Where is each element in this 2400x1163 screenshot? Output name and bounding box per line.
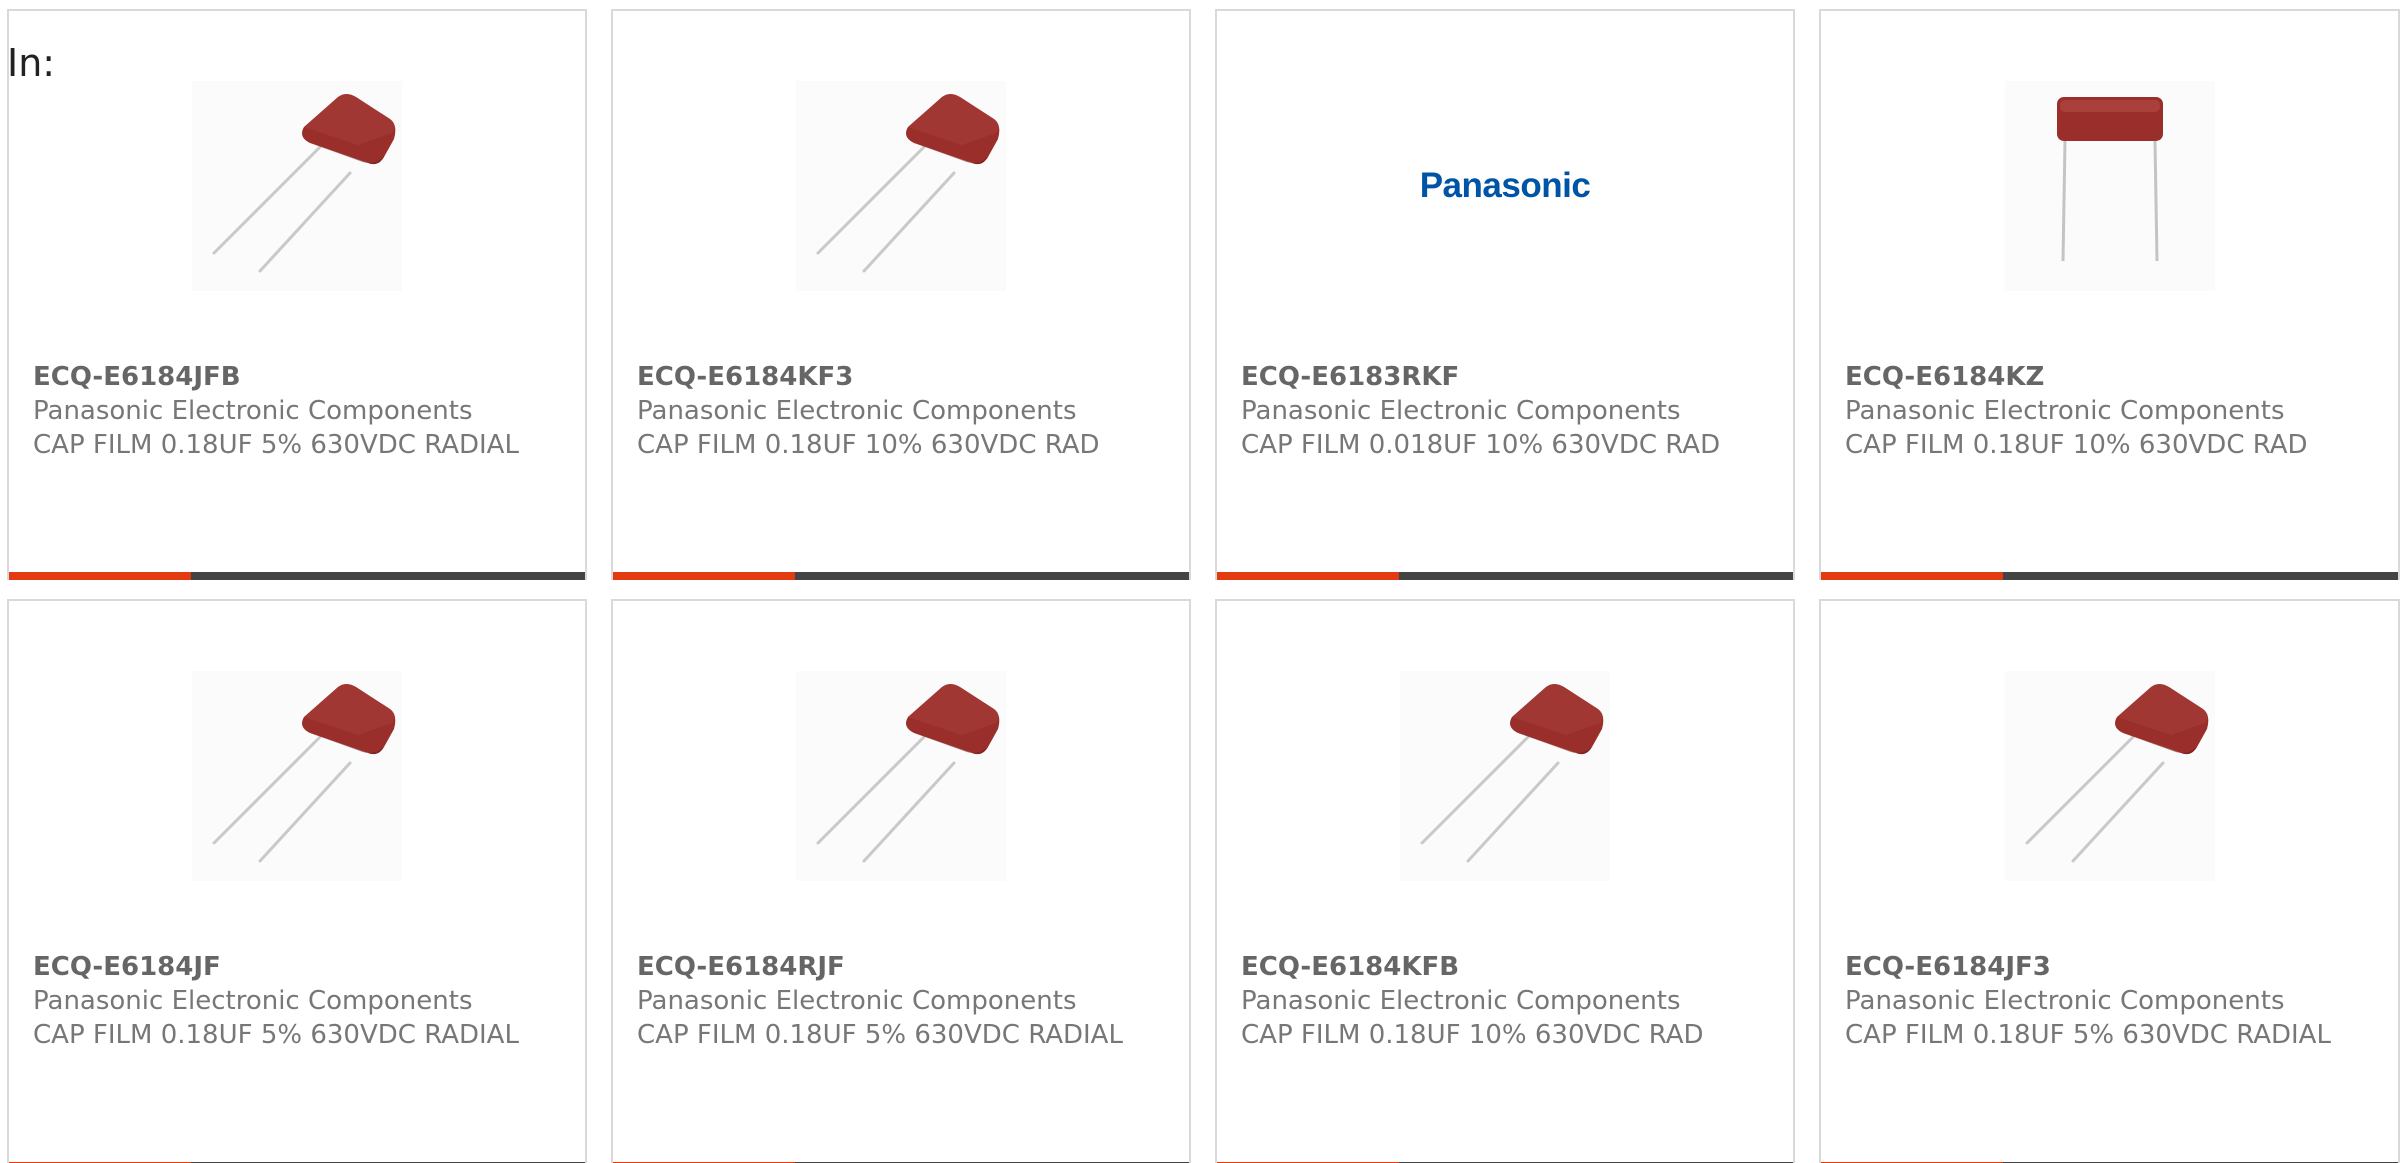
product-description: CAP FILM 0.18UF 5% 630VDC RADIAL (33, 430, 519, 460)
card-footer-bar (9, 572, 585, 580)
in-label: In: (7, 41, 56, 85)
manufacturer-name: Panasonic Electronic Components (33, 986, 473, 1016)
panasonic-logo-image[interactable]: Panasonic (1400, 81, 1610, 291)
part-number-link[interactable]: ECQ-E6184KZ (1845, 360, 2365, 394)
manufacturer-name: Panasonic Electronic Components (1845, 986, 2285, 1016)
manufacturer-name: Panasonic Electronic Components (1845, 396, 2285, 426)
product-card[interactable]: ECQ-E6184KF3 Panasonic Electronic Compon… (611, 9, 1191, 580)
manufacturer-name: Panasonic Electronic Components (637, 396, 1077, 426)
product-card[interactable]: ECQ-E6184JF3 Panasonic Electronic Compon… (1819, 599, 2400, 1163)
product-card[interactable]: ECQ-E6184KFB Panasonic Electronic Compon… (1215, 599, 1795, 1163)
manufacturer-name: Panasonic Electronic Components (33, 396, 473, 426)
product-card[interactable]: ECQ-E6184RJF Panasonic Electronic Compon… (611, 599, 1191, 1163)
product-description: CAP FILM 0.18UF 5% 630VDC RADIAL (1845, 1020, 2331, 1050)
card-footer-bar (613, 572, 1189, 580)
capacitor-angled-icon[interactable] (796, 671, 1006, 881)
product-card[interactable]: ECQ-E6184KZ Panasonic Electronic Compone… (1819, 9, 2400, 580)
part-number-link[interactable]: ECQ-E6184RJF (637, 950, 1157, 984)
card-footer-accent (1821, 572, 2003, 580)
part-number-link[interactable]: ECQ-E6183RKF (1241, 360, 1761, 394)
card-footer-accent (1217, 572, 1399, 580)
part-number-link[interactable]: ECQ-E6184JF3 (1845, 950, 2365, 984)
part-number-link[interactable]: ECQ-E6184JFB (33, 360, 553, 394)
capacitor-angled-icon[interactable] (1400, 671, 1610, 881)
manufacturer-name: Panasonic Electronic Components (637, 986, 1077, 1016)
manufacturer-name: Panasonic Electronic Components (1241, 396, 1681, 426)
product-card[interactable]: ECQ-E6184JF Panasonic Electronic Compone… (7, 599, 587, 1163)
card-footer-bar (1821, 572, 2398, 580)
capacitor-front-icon[interactable] (2004, 81, 2215, 291)
product-description: CAP FILM 0.018UF 10% 630VDC RAD (1241, 430, 1721, 460)
product-grid-page: In: ECQ-E6184JFB Panasonic Electronic Co… (0, 0, 2400, 1163)
capacitor-angled-icon[interactable] (2004, 671, 2215, 881)
part-number-link[interactable]: ECQ-E6184JF (33, 950, 553, 984)
card-footer-bar (1217, 572, 1793, 580)
capacitor-angled-icon[interactable] (192, 671, 402, 881)
product-description: CAP FILM 0.18UF 5% 630VDC RADIAL (33, 1020, 519, 1050)
product-description: CAP FILM 0.18UF 10% 630VDC RAD (1241, 1020, 1704, 1050)
capacitor-angled-icon[interactable] (796, 81, 1006, 291)
product-card[interactable]: Panasonic ECQ-E6183RKF Panasonic Electro… (1215, 9, 1795, 580)
part-number-link[interactable]: ECQ-E6184KFB (1241, 950, 1761, 984)
card-footer-accent (9, 572, 191, 580)
part-number-link[interactable]: ECQ-E6184KF3 (637, 360, 1157, 394)
capacitor-angled-icon[interactable] (192, 81, 402, 291)
card-footer-accent (613, 572, 795, 580)
manufacturer-name: Panasonic Electronic Components (1241, 986, 1681, 1016)
product-card[interactable]: ECQ-E6184JFB Panasonic Electronic Compon… (7, 9, 587, 580)
product-description: CAP FILM 0.18UF 10% 630VDC RAD (1845, 430, 2308, 460)
product-description: CAP FILM 0.18UF 5% 630VDC RADIAL (637, 1020, 1123, 1050)
product-description: CAP FILM 0.18UF 10% 630VDC RAD (637, 430, 1100, 460)
panasonic-logo: Panasonic (1419, 166, 1591, 205)
